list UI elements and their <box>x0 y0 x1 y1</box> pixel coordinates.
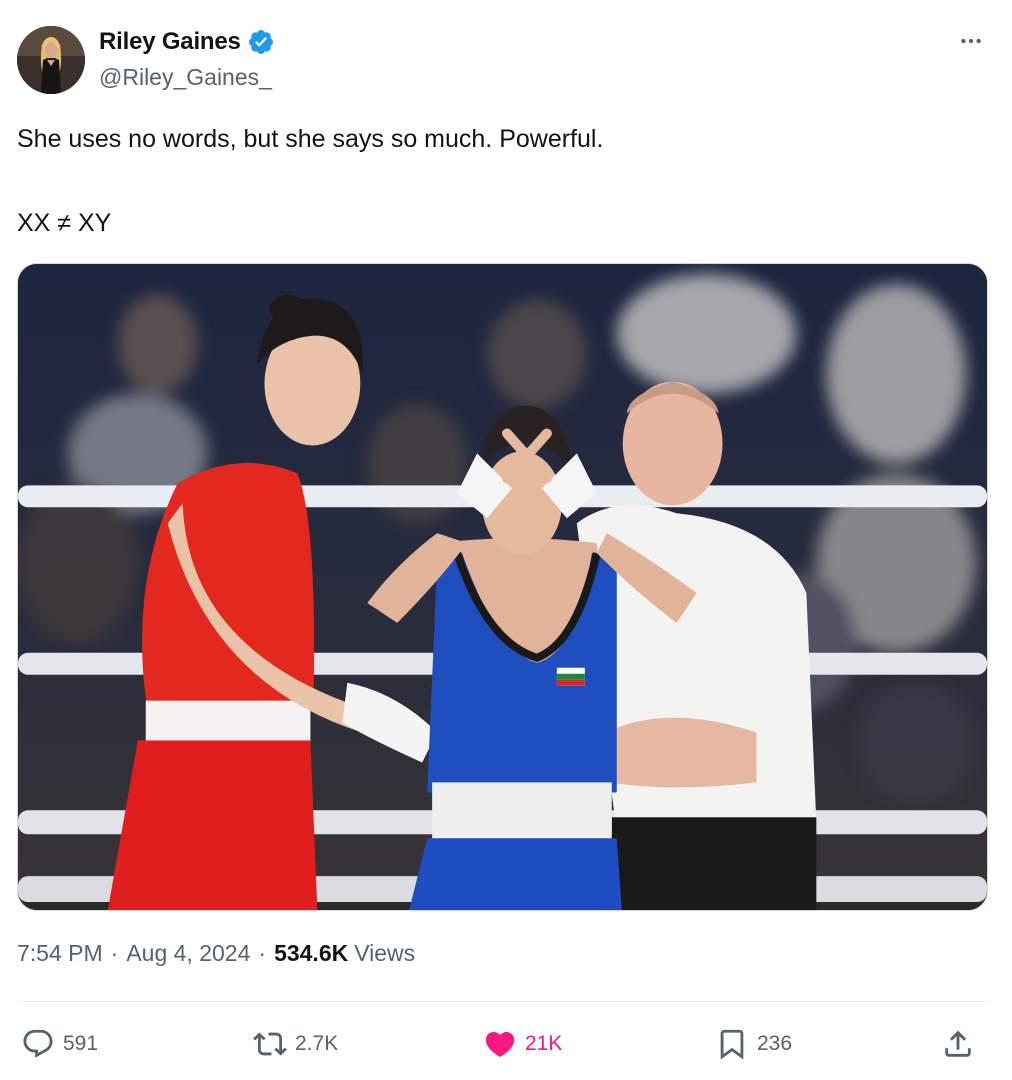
tweet-time[interactable]: 7:54 PM <box>17 940 103 967</box>
author-handle[interactable]: @Riley_Gaines_ <box>99 64 272 91</box>
meta-separator: · <box>258 940 267 966</box>
tweet-photo[interactable] <box>17 263 988 911</box>
heart-icon <box>485 1031 515 1057</box>
boxing-ring-photo <box>18 264 987 910</box>
repost-icon <box>253 1032 287 1056</box>
reply-icon <box>23 1029 53 1058</box>
views-count[interactable]: 534.6K <box>274 940 348 967</box>
views-label: Views <box>354 940 416 966</box>
meta-separator: · <box>110 940 119 966</box>
avatar[interactable] <box>17 26 85 94</box>
avatar-image <box>17 26 85 94</box>
tweet-text-line-1: She uses no words, but she says so much.… <box>17 125 604 153</box>
reply-count: 591 <box>63 1032 99 1055</box>
tweet-date[interactable]: Aug 4, 2024 <box>126 940 250 967</box>
share-icon <box>945 1030 971 1057</box>
divider <box>17 1001 988 1002</box>
tweet-text-line-2: XX ≠ XY <box>17 209 112 237</box>
more-options-button[interactable] <box>954 26 988 56</box>
repost-button[interactable]: 2.7K <box>253 1022 338 1066</box>
reply-button[interactable]: 591 <box>21 1022 98 1066</box>
tweet-meta: 7:54 PM · Aug 4, 2024 · 534.6K Views <box>17 940 415 967</box>
share-button[interactable] <box>941 1022 975 1066</box>
bookmark-icon <box>720 1029 744 1060</box>
more-dots-icon <box>961 38 981 44</box>
bookmark-count: 236 <box>757 1032 793 1055</box>
like-count: 21K <box>525 1032 563 1055</box>
verified-badge-icon[interactable] <box>247 28 275 56</box>
bookmark-button[interactable]: 236 <box>715 1022 792 1066</box>
repost-count: 2.7K <box>295 1032 339 1055</box>
author-name-row: Riley Gaines <box>99 28 275 56</box>
author-name[interactable]: Riley Gaines <box>99 28 241 56</box>
tweet: Riley Gaines @Riley_Gaines_ She uses no … <box>0 0 1012 1080</box>
tweet-text: She uses no words, but she says so much.… <box>17 122 987 237</box>
tweet-actions: 591 2.7K 21K 236 <box>17 1022 987 1066</box>
like-button[interactable]: 21K <box>483 1022 562 1066</box>
